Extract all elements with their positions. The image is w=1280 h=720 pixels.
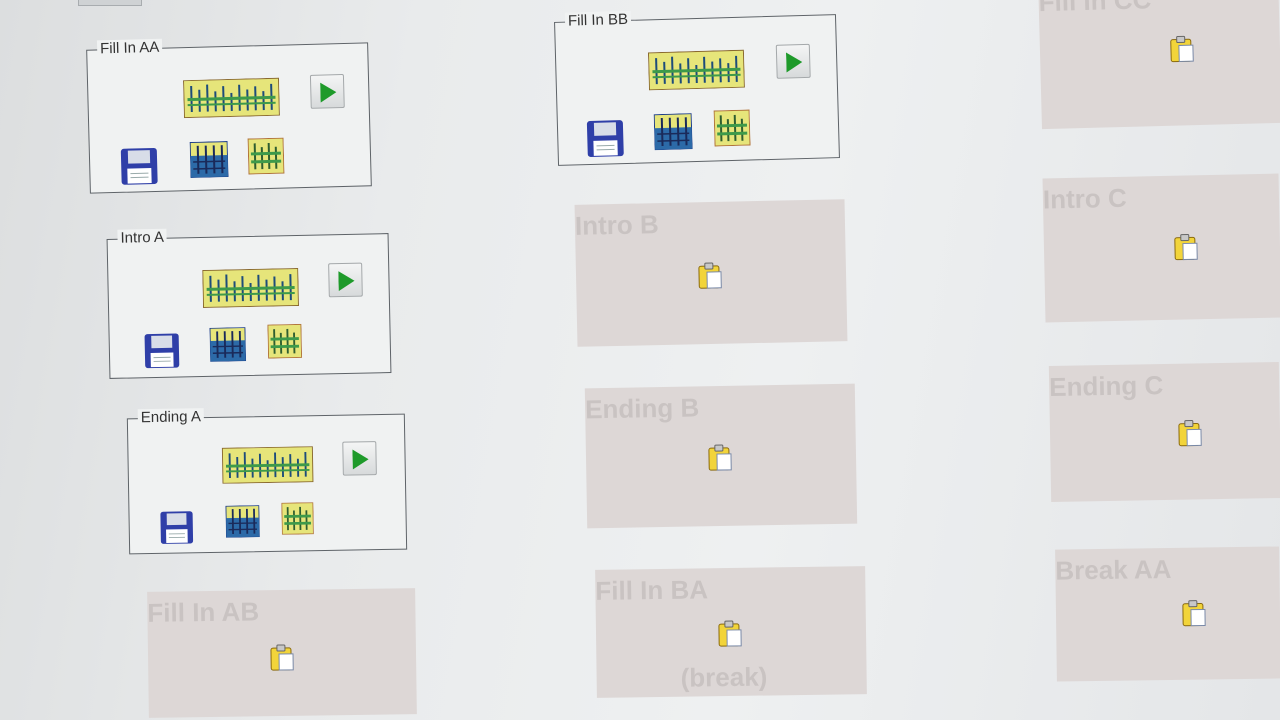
bar-levels-icon[interactable] bbox=[202, 267, 300, 308]
play-button[interactable] bbox=[775, 43, 811, 79]
play-button[interactable] bbox=[342, 441, 377, 476]
panel-title: Intro A bbox=[117, 228, 168, 248]
note-grid-icon[interactable] bbox=[267, 323, 303, 359]
clipboard-icon[interactable] bbox=[1176, 419, 1204, 447]
panel-title: Intro C bbox=[1042, 182, 1128, 215]
clipboard-icon[interactable] bbox=[268, 644, 296, 672]
floppy-disk-icon[interactable] bbox=[159, 510, 194, 545]
bar-levels-icon[interactable] bbox=[220, 446, 315, 484]
note-grid-icon[interactable] bbox=[281, 502, 314, 535]
panel-intro-c[interactable]: Intro C bbox=[1042, 173, 1280, 323]
panel-fill-in-cc[interactable]: Fill In CC bbox=[1038, 0, 1280, 130]
panel-title: Break AA bbox=[1055, 553, 1172, 586]
clipboard-icon[interactable] bbox=[1180, 599, 1208, 627]
panel-title: Fill In CC bbox=[1038, 0, 1152, 18]
panel-subtitle: (break) bbox=[680, 661, 768, 693]
play-button[interactable] bbox=[328, 262, 363, 298]
toolbar-edge bbox=[78, 0, 142, 6]
play-button[interactable] bbox=[309, 73, 345, 109]
pattern-grid-icon[interactable] bbox=[209, 327, 247, 362]
panel-ending-b[interactable]: Ending B bbox=[584, 383, 858, 529]
panel-fill-in-ba[interactable]: Fill In BA (break) bbox=[595, 566, 867, 698]
bar-levels-icon[interactable] bbox=[182, 77, 280, 119]
clipboard-icon[interactable] bbox=[1168, 35, 1197, 64]
play-icon bbox=[785, 52, 803, 73]
panel-title: Ending C bbox=[1048, 370, 1164, 403]
floppy-disk-icon[interactable] bbox=[144, 332, 181, 369]
floppy-disk-icon[interactable] bbox=[120, 147, 159, 186]
panel-title: Fill In BA bbox=[595, 574, 709, 606]
panel-title: Fill In AB bbox=[147, 596, 260, 628]
floppy-disk-icon[interactable] bbox=[586, 119, 625, 158]
panel-ending-a: Ending A bbox=[126, 408, 408, 555]
note-grid-icon[interactable] bbox=[247, 137, 285, 175]
panel-fill-in-ab[interactable]: Fill In AB bbox=[147, 588, 417, 718]
panel-title: Fill In AA bbox=[96, 38, 163, 59]
panel-intro-b[interactable]: Intro B bbox=[574, 199, 848, 347]
pattern-grid-icon[interactable] bbox=[653, 113, 693, 151]
panel-title: Ending B bbox=[584, 392, 700, 425]
clipboard-icon[interactable] bbox=[1172, 233, 1201, 262]
panel-ending-c[interactable]: Ending C bbox=[1048, 362, 1280, 502]
clipboard-icon[interactable] bbox=[716, 620, 744, 648]
panel-title: Ending A bbox=[137, 408, 205, 428]
clipboard-icon[interactable] bbox=[706, 444, 734, 472]
bar-levels-icon[interactable] bbox=[647, 49, 745, 91]
panel-fill-in-aa: Fill In AA bbox=[86, 38, 372, 194]
pattern-grid-icon[interactable] bbox=[189, 141, 229, 179]
panel-break-aa[interactable]: Break AA bbox=[1055, 546, 1280, 682]
play-icon bbox=[320, 82, 337, 103]
play-icon bbox=[338, 271, 355, 292]
play-icon bbox=[352, 449, 369, 470]
pattern-grid-icon[interactable] bbox=[225, 505, 260, 538]
panel-title: Fill In BB bbox=[564, 10, 632, 31]
panel-fill-in-bb: Fill In BB bbox=[554, 10, 840, 166]
panel-intro-a: Intro A bbox=[106, 228, 392, 379]
clipboard-icon[interactable] bbox=[696, 262, 725, 291]
note-grid-icon[interactable] bbox=[713, 109, 751, 147]
panel-title: Intro B bbox=[574, 209, 660, 241]
